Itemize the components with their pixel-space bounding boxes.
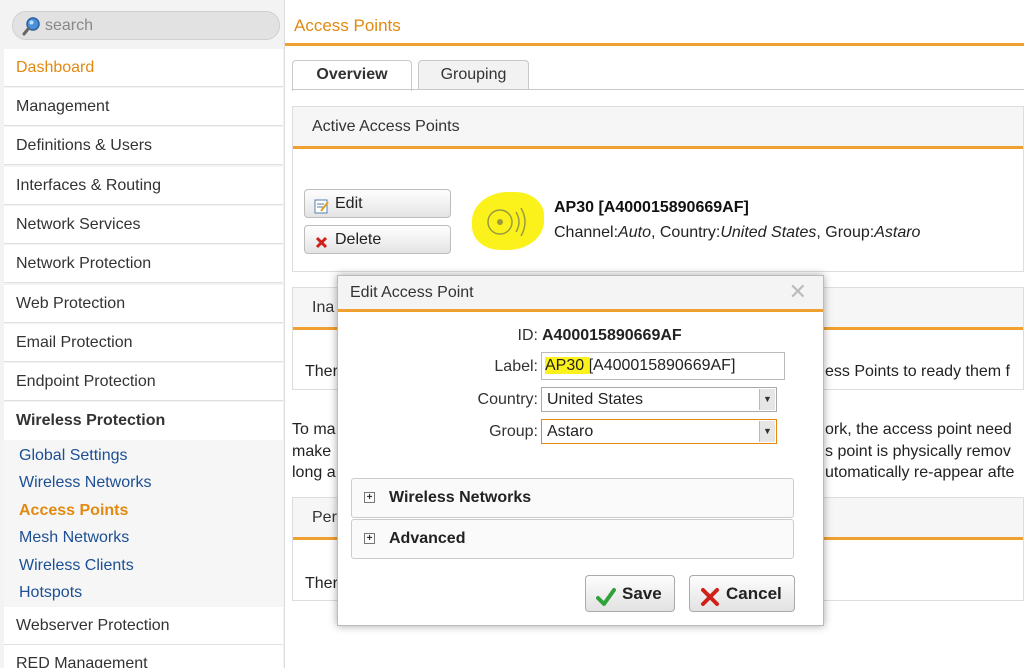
label-rest: [A400015890669AF] <box>588 357 736 374</box>
para-right-1: ork, the access point need <box>825 421 1012 438</box>
wireless-networks-section[interactable]: + Wireless Networks <box>351 478 794 518</box>
country-label: Country: <box>477 391 538 408</box>
search-input[interactable] <box>45 15 265 37</box>
id-value: A400015890669AF <box>542 327 682 344</box>
save-button-label: Save <box>622 584 662 603</box>
search-box <box>12 11 280 40</box>
id-label: ID: <box>517 327 538 344</box>
edit-access-point-dialog: Edit Access Point ✕ ID: A400015890669AF … <box>337 275 824 626</box>
sidebar-item-email-protection[interactable]: Email Protection <box>4 324 283 362</box>
channel-label: Channel: <box>554 224 619 241</box>
country-select[interactable]: United States ▼ <box>541 387 777 412</box>
inactive-text-right: ess Points to ready them f <box>825 363 1010 380</box>
tab-overview[interactable]: Overview <box>292 60 412 91</box>
sidebar-item-web-protection[interactable]: Web Protection <box>4 285 283 323</box>
country-label: , Country: <box>650 224 721 241</box>
subnav-item-global-settings[interactable]: Global Settings <box>19 446 128 466</box>
group-select-value: Astaro <box>547 423 594 440</box>
wireless-subnav: Global Settings Wireless Networks Access… <box>4 440 283 606</box>
ap-name: AP30 [A400015890669AF] <box>554 199 749 216</box>
tabs-divider <box>292 89 1024 90</box>
group-select[interactable]: Astaro ▼ <box>541 419 777 444</box>
cancel-button[interactable]: Cancel <box>689 575 795 612</box>
sidebar-item-network-services[interactable]: Network Services <box>4 206 283 244</box>
label-highlight: AP30 <box>545 357 589 374</box>
para-right-2: s point is physically remov <box>825 443 1011 460</box>
section-label: Advanced <box>389 530 466 547</box>
para-left-3: long a <box>292 464 336 481</box>
channel-value: Auto <box>618 224 651 241</box>
panel-title: Active Access Points <box>293 107 1023 149</box>
edit-button[interactable]: Edit <box>304 189 451 218</box>
sidebar-item-red-management[interactable]: RED Management <box>4 645 283 668</box>
label-label: Label: <box>494 358 538 375</box>
subnav-item-wireless-clients[interactable]: Wireless Clients <box>19 556 134 576</box>
sidebar-item-interfaces-routing[interactable]: Interfaces & Routing <box>4 167 283 205</box>
group-label: Group: <box>489 423 538 440</box>
page-title: Access Points <box>294 16 401 35</box>
para-left-1: To ma <box>292 421 336 438</box>
sidebar: Dashboard Management Definitions & Users… <box>0 0 285 668</box>
country-select-value: United States <box>547 391 644 408</box>
expand-icon[interactable]: + <box>364 533 375 544</box>
advanced-section[interactable]: + Advanced <box>351 519 794 559</box>
subnav-item-wireless-networks[interactable]: Wireless Networks <box>19 473 151 493</box>
pending-text-left: Ther <box>305 575 338 592</box>
dropdown-arrow-icon[interactable]: ▼ <box>759 421 775 442</box>
sidebar-item-definitions-users[interactable]: Definitions & Users <box>4 127 283 165</box>
edit-icon <box>314 196 329 214</box>
subnav-item-mesh-networks[interactable]: Mesh Networks <box>19 528 129 548</box>
group-value: Astaro <box>874 224 921 241</box>
sidebar-item-management[interactable]: Management <box>4 88 283 126</box>
delete-button-label: Delete <box>335 231 382 248</box>
section-label: Wireless Networks <box>389 489 532 506</box>
subnav-item-access-points[interactable]: Access Points <box>19 501 128 521</box>
ap-details: Channel:Auto, Country:United States, Gro… <box>554 224 920 242</box>
para-right-3: utomatically re-appear afte <box>825 464 1015 481</box>
sidebar-item-network-protection[interactable]: Network Protection <box>4 245 283 283</box>
edit-button-label: Edit <box>335 195 363 212</box>
save-button[interactable]: Save <box>585 575 675 612</box>
cancel-button-label: Cancel <box>726 584 782 603</box>
sidebar-item-endpoint-protection[interactable]: Endpoint Protection <box>4 363 283 401</box>
dialog-title: Edit Access Point <box>338 276 823 312</box>
cross-icon <box>700 584 720 606</box>
country-value: United States <box>720 224 817 241</box>
subnav-item-hotspots[interactable]: Hotspots <box>19 583 82 603</box>
access-point-icon <box>472 192 544 250</box>
para-left-2: make <box>292 443 332 460</box>
label-input[interactable]: AP30 [A400015890669AF] <box>541 352 785 380</box>
checkmark-icon <box>596 584 616 606</box>
tab-grouping[interactable]: Grouping <box>418 60 529 90</box>
sidebar-item-dashboard[interactable]: Dashboard <box>4 49 283 87</box>
inactive-text-left: Ther <box>305 363 338 380</box>
group-label: , Group: <box>816 224 875 241</box>
expand-icon[interactable]: + <box>364 492 375 503</box>
delete-icon <box>314 232 329 249</box>
sidebar-item-webserver-protection[interactable]: Webserver Protection <box>4 607 283 645</box>
close-icon[interactable]: ✕ <box>789 281 807 303</box>
delete-button[interactable]: Delete <box>304 225 451 254</box>
title-divider <box>285 43 1024 46</box>
search-icon <box>22 16 42 36</box>
sidebar-item-wireless-protection[interactable]: Wireless Protection <box>4 402 283 440</box>
dropdown-arrow-icon[interactable]: ▼ <box>759 389 775 410</box>
